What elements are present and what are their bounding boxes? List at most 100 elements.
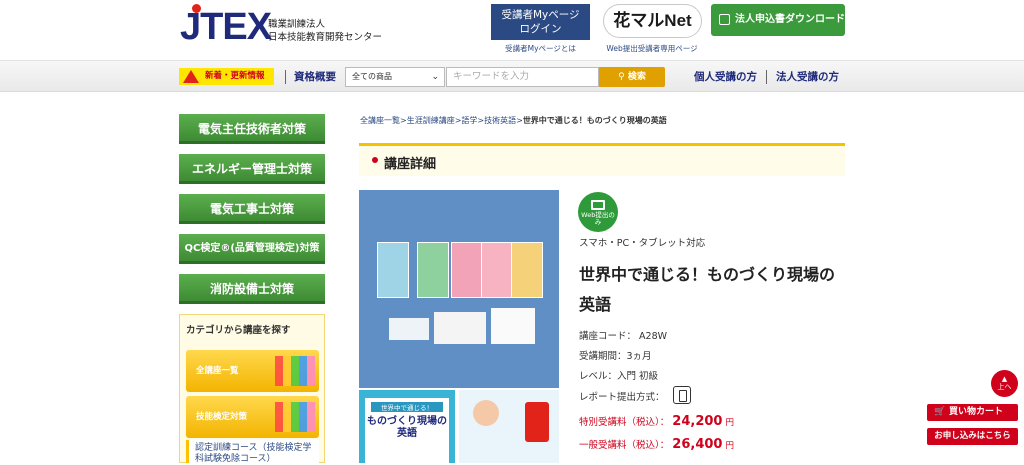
thumb-book-cover: 世界中で通じる！ ものづくり現場の英語 xyxy=(365,398,449,463)
cart-label: 買い物カート xyxy=(949,407,1004,417)
chevron-down-icon: ⌄ xyxy=(431,72,439,82)
product-thumbnail[interactable]: 世界中で通じる！ ものづくり現場の英語 xyxy=(359,390,455,463)
books-thumbnail xyxy=(275,402,315,432)
bullet-icon xyxy=(372,157,378,163)
sub-category-item[interactable]: 認定訓練コース（技能検定学科試験免除コース） xyxy=(186,440,319,464)
corporate-form-download-button[interactable]: 法人申込書ダウンロード xyxy=(711,4,845,36)
period-value: 3ヵ月 xyxy=(626,351,652,362)
to-top-label: 上へ xyxy=(997,383,1012,391)
individual-link[interactable]: 個人受講の方 xyxy=(694,69,757,84)
report-label: レポート提出方式： xyxy=(579,392,665,403)
category-all-courses[interactable]: 全講座一覧 xyxy=(186,350,319,392)
code-value: A28W xyxy=(639,331,668,342)
report-method: レポート提出方式： xyxy=(579,386,691,404)
book-image xyxy=(481,242,513,298)
hanamaru-net-logo[interactable]: 花マルNet xyxy=(603,4,702,38)
thumb-book-title: ものづくり現場の英語 xyxy=(367,416,447,439)
book-image xyxy=(511,242,543,298)
level-label: レベル： xyxy=(579,371,618,382)
currency-unit: 円 xyxy=(725,441,735,451)
breadcrumb-item[interactable]: 語学 xyxy=(461,116,477,125)
general-price-value: 26,400 xyxy=(672,437,723,452)
download-label: 法人申込書ダウンロード xyxy=(735,14,845,25)
category-label: 技能検定対策 xyxy=(196,412,248,422)
code-label: 講座コード： xyxy=(579,331,637,342)
breadcrumb: 全講座一覧>生涯訓練講座>語学>技術英語>世界中で通じる！ものづくり現場の英語 xyxy=(360,116,667,125)
category-skill-test[interactable]: 技能検定対策 xyxy=(186,396,319,438)
section-title: 講座詳細 xyxy=(384,157,437,172)
book-image xyxy=(417,242,449,298)
phone-illustration xyxy=(525,402,549,442)
sidebar-electric-chief-button[interactable]: 電気主任技術者対策 xyxy=(179,114,325,144)
section-header: 講座詳細 xyxy=(359,143,845,176)
category-select[interactable]: 全ての商品 ⌄ xyxy=(345,67,445,87)
person-illustration xyxy=(473,400,499,426)
course-level: レベル：入門 初級 xyxy=(579,368,658,382)
special-price-label: 特別受講料（税込）： xyxy=(579,417,670,428)
qualification-link[interactable]: 資格概要 xyxy=(294,69,336,84)
apply-button[interactable]: お申し込みはこちら xyxy=(927,428,1018,445)
mypage-about-link[interactable]: 受講者Myページとは xyxy=(491,43,590,54)
course-code: 講座コード： A28W xyxy=(579,328,667,342)
cart-icon: 🛒 xyxy=(934,407,946,417)
product-thumbnail[interactable] xyxy=(459,390,559,463)
organization-name: 職業訓練法人 日本技能教育開発センター xyxy=(268,18,382,44)
nav-divider xyxy=(285,70,286,84)
web-badge-label: Web提出のみ xyxy=(581,211,615,226)
book-image xyxy=(377,242,409,298)
mypage-line2: ログイン xyxy=(519,23,562,35)
logo-dot xyxy=(192,4,201,13)
general-price-label: 一般受講料（税込）： xyxy=(579,440,670,451)
breadcrumb-item[interactable]: 生涯訓練講座 xyxy=(407,116,455,125)
sidebar-energy-manager-button[interactable]: エネルギー管理士対策 xyxy=(179,154,325,184)
period-label: 受講期間： xyxy=(579,351,627,362)
smartphone-icon xyxy=(673,386,691,404)
mypage-line1: 受講者Myページ xyxy=(501,9,580,21)
select-value: 全ての商品 xyxy=(352,72,392,81)
hanamaru-sub-link[interactable]: Web提出受講者専用ページ xyxy=(596,43,708,54)
books-thumbnail xyxy=(275,356,315,386)
sidebar-fire-equipment-button[interactable]: 消防設備士対策 xyxy=(179,274,325,304)
product-photo[interactable] xyxy=(359,190,559,388)
mypage-login-button[interactable]: 受講者Myページ ログイン xyxy=(491,4,590,40)
news-button[interactable]: 新着・更新情報 xyxy=(179,68,274,85)
device-support: スマホ・PC・タブレット対応 xyxy=(579,238,706,249)
breadcrumb-item[interactable]: 技術英語 xyxy=(484,116,516,125)
product-title: 世界中で通じる！ものづくり現場の英語 xyxy=(579,265,836,314)
news-label: 新着・更新情報 xyxy=(205,71,265,81)
book-image xyxy=(451,242,483,298)
search-button[interactable]: ⚲ 検索 xyxy=(599,67,665,87)
search-label: 検索 xyxy=(627,72,646,82)
sheet-image xyxy=(491,308,535,344)
warning-icon xyxy=(183,70,199,83)
download-icon xyxy=(719,14,730,25)
monitor-icon xyxy=(591,200,605,210)
nav-bar: 新着・更新情報 資格概要 全ての商品 ⌄ キーワードを入力 ⚲ 検索 個人受講の… xyxy=(0,60,1024,92)
sidebar-electrician-button[interactable]: 電気工事士対策 xyxy=(179,194,325,224)
level-value: 入門 初級 xyxy=(617,371,659,382)
org-line1: 職業訓練法人 xyxy=(268,19,326,30)
special-price: 特別受講料（税込）： 24,200 円 xyxy=(579,414,734,429)
sub-category-label: 認定訓練コース（技能検定学科試験免除コース） xyxy=(195,443,312,464)
special-price-value: 24,200 xyxy=(672,414,723,429)
site-header: JTEX 職業訓練法人 日本技能教育開発センター 受講者Myページ ログイン 受… xyxy=(0,0,1024,60)
cart-button[interactable]: 🛒 買い物カート xyxy=(927,404,1018,421)
breadcrumb-current: 世界中で通じる！ものづくり現場の英語 xyxy=(522,116,667,125)
category-label: 全講座一覧 xyxy=(196,366,239,376)
course-period: 受講期間：3ヵ月 xyxy=(579,348,652,362)
corporate-link[interactable]: 法人受講の方 xyxy=(776,69,839,84)
currency-unit: 円 xyxy=(725,418,735,428)
org-line2: 日本技能教育開発センター xyxy=(268,32,383,43)
thumb-book-top: 世界中で通じる！ xyxy=(371,402,443,412)
arrow-up-icon: ▲ xyxy=(1001,375,1008,383)
general-price: 一般受講料（税込）： 26,400 円 xyxy=(579,437,734,452)
breadcrumb-item[interactable]: 全講座一覧 xyxy=(360,116,400,125)
keyword-input[interactable]: キーワードを入力 xyxy=(446,67,599,87)
back-to-top-button[interactable]: ▲ 上へ xyxy=(991,370,1018,397)
web-submit-badge: Web提出のみ xyxy=(578,192,618,232)
sheet-image xyxy=(389,318,429,340)
sidebar-qc-button[interactable]: QC検定®(品質管理検定)対策 xyxy=(179,234,325,264)
sheet-image xyxy=(434,312,486,344)
nav-divider xyxy=(766,70,767,84)
search-icon: ⚲ xyxy=(618,72,628,82)
